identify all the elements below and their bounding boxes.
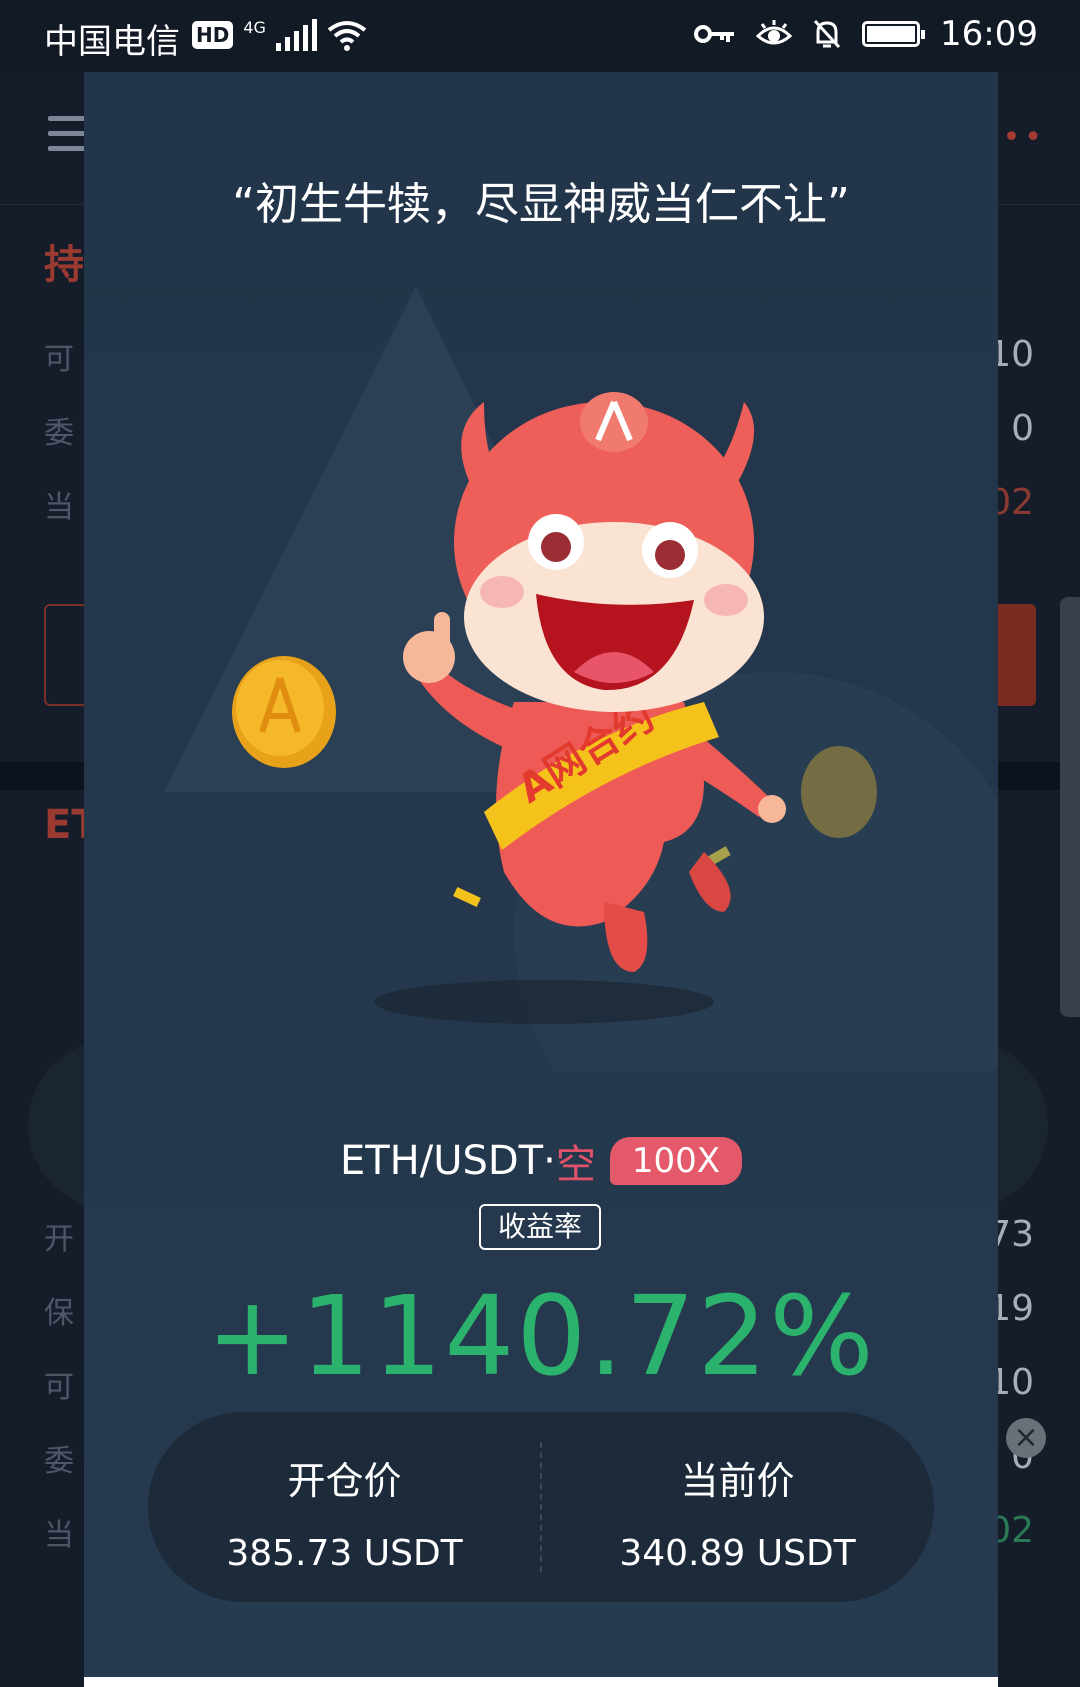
open-price-column: 开仓价 385.73 USDT	[148, 1412, 541, 1574]
yield-label: 收益率	[479, 1204, 601, 1250]
close-icon[interactable]: ×	[1006, 1418, 1046, 1458]
key-icon	[694, 25, 735, 43]
current-price-value: 340.89 USDT	[619, 1533, 856, 1574]
position-direction: 空	[555, 1142, 596, 1188]
hd-badge: HD	[192, 21, 234, 49]
open-price-value: 385.73 USDT	[226, 1533, 463, 1574]
wifi-icon	[327, 21, 367, 51]
trade-pair: ETH/USDT	[339, 1138, 544, 1184]
carrier-name: 中国电信	[44, 22, 180, 62]
open-price-label: 开仓价	[287, 1459, 402, 1503]
coin-icon	[232, 656, 336, 768]
network-indicators: HD 4G	[192, 18, 367, 52]
bottom-strip	[84, 1677, 998, 1687]
eye-icon	[756, 20, 793, 45]
menu-icon[interactable]	[48, 116, 88, 161]
current-price-label: 当前价	[680, 1459, 795, 1503]
network-type: 4G	[243, 18, 266, 37]
leverage-badge: 100X	[609, 1137, 743, 1185]
yield-value: +1140.72%	[206, 1272, 876, 1400]
scrollbar[interactable]	[1060, 597, 1080, 1017]
status-right: 16:09	[694, 14, 1038, 54]
trade-pair-line: ETH/USDT · 空 100X	[84, 1132, 998, 1190]
current-price-column: 当前价 340.89 USDT	[541, 1412, 934, 1574]
pair-separator: ·	[543, 1138, 556, 1184]
slogan-quote: “初生牛犊，尽显神威当仁不让”	[232, 179, 850, 230]
clock: 16:09	[940, 14, 1038, 54]
position-section-title: 持	[44, 242, 84, 288]
signal-icon	[275, 19, 317, 51]
mute-bell-icon	[813, 19, 841, 49]
battery-icon	[862, 21, 926, 47]
status-bar: 中国电信 HD 4G 16:09	[0, 0, 1080, 72]
bull-mascot-illustration: A网合约	[232, 392, 877, 972]
price-summary: 开仓价 385.73 USDT 当前价 340.89 USDT	[148, 1412, 934, 1602]
share-card-modal: “初生牛犊，尽显神威当仁不让” A网合约 ETH/USDT · 空 100X 收…	[84, 72, 998, 1687]
